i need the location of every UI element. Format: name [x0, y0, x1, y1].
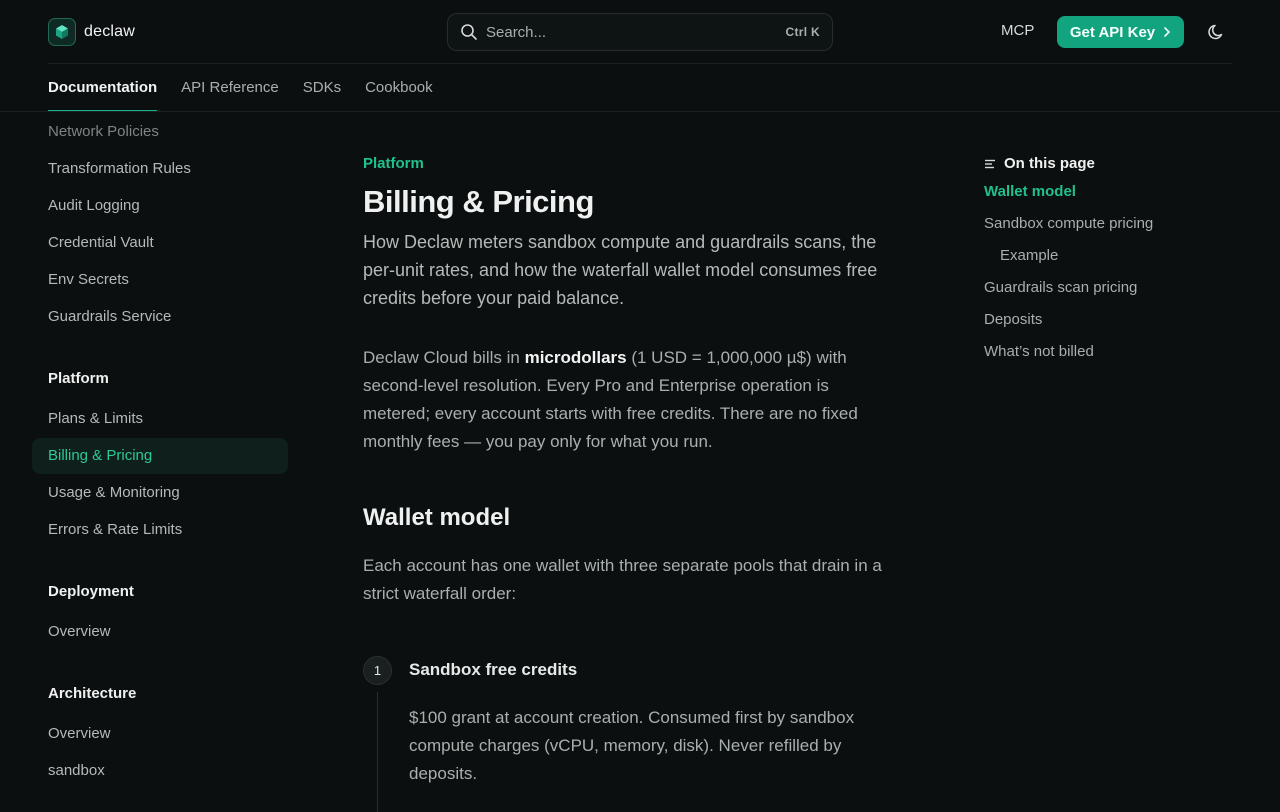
sidebar-item-billing-pricing[interactable]: Billing & Pricing: [48, 447, 152, 464]
sidebar-item-audit-logging[interactable]: Audit Logging: [48, 197, 140, 214]
sidebar-item-network-policies[interactable]: Network Policies: [48, 123, 159, 140]
sidebar-item-env-secrets[interactable]: Env Secrets: [48, 271, 129, 288]
wallet-model-heading: Wallet model: [363, 504, 511, 531]
toc-heading-label: On this page: [1004, 155, 1095, 172]
wallet-paragraph: Each account has one wallet with three s…: [363, 556, 882, 603]
declaw-logo-icon: [48, 18, 76, 46]
search-shortcut: Ctrl K: [785, 25, 820, 39]
top-bar: declaw Search... Ctrl K MCP Get API Key: [0, 0, 1280, 64]
step-connector: [377, 692, 378, 812]
tab-documentation[interactable]: Documentation: [48, 64, 158, 112]
step-body: $100 grant at account creation. Consumed…: [409, 708, 855, 783]
toc-item-deposits[interactable]: Deposits: [984, 311, 1042, 328]
moon-icon[interactable]: [1206, 21, 1228, 43]
sidebar-heading-deployment: Deployment: [48, 583, 134, 600]
sidebar-item-deployment-overview[interactable]: Overview: [48, 623, 111, 640]
intro-bold: microdollars: [524, 348, 627, 367]
sidebar-item-architecture-overview[interactable]: Overview: [48, 725, 111, 742]
search-input[interactable]: Search... Ctrl K: [447, 13, 833, 51]
chevron-right-icon: [1164, 27, 1171, 37]
brand-name: declaw: [84, 23, 136, 40]
sidebar-item-usage-monitoring[interactable]: Usage & Monitoring: [48, 484, 180, 501]
sidebar: Network Policies Transformation Rules Au…: [0, 112, 300, 800]
sidebar-heading-platform: Platform: [48, 370, 109, 387]
sidebar-item-errors-rate-limits[interactable]: Errors & Rate Limits: [48, 521, 182, 538]
search-placeholder: Search...: [486, 23, 547, 41]
get-api-key-label: Get API Key: [1069, 23, 1156, 41]
sidebar-item-credential-vault[interactable]: Credential Vault: [48, 234, 154, 251]
toc-item-guardrails-scan-pricing[interactable]: Guardrails scan pricing: [984, 279, 1137, 296]
tab-api-reference[interactable]: API Reference: [181, 64, 279, 112]
intro-paragraph: Declaw Cloud bills in microdollars (1 US…: [363, 344, 893, 456]
step-title: Sandbox free credits: [409, 660, 578, 679]
get-api-key-button[interactable]: Get API Key: [1057, 16, 1184, 48]
list-icon: [985, 159, 995, 168]
search-icon: [461, 24, 477, 40]
toc-item-example[interactable]: Example: [1000, 247, 1058, 264]
toc-heading: On this page: [984, 155, 1095, 172]
tab-cookbook[interactable]: Cookbook: [365, 64, 433, 112]
intro-prefix: Declaw Cloud bills in: [363, 348, 525, 367]
sidebar-item-guardrails-service[interactable]: Guardrails Service: [48, 308, 171, 325]
logo[interactable]: declaw: [48, 18, 135, 46]
sidebar-item-plans-limits[interactable]: Plans & Limits: [48, 410, 143, 427]
page-lead: How Declaw meters sandbox compute and gu…: [363, 232, 878, 308]
step-number-badge: 1: [363, 656, 392, 685]
doc-tabs: Documentation API Reference SDKs Cookboo…: [48, 64, 433, 112]
section-eyebrow: Platform: [363, 155, 424, 172]
sidebar-item-transformation-rules[interactable]: Transformation Rules: [48, 160, 191, 177]
mcp-link[interactable]: MCP: [1001, 22, 1034, 39]
sidebar-heading-architecture: Architecture: [48, 685, 137, 702]
toc-item-wallet-model[interactable]: Wallet model: [984, 183, 1076, 200]
sidebar-item-sandbox[interactable]: sandbox: [48, 762, 105, 779]
tab-sdks[interactable]: SDKs: [303, 64, 341, 112]
toc-item-sandbox-compute-pricing[interactable]: Sandbox compute pricing: [984, 215, 1153, 232]
page-title: Billing & Pricing: [363, 184, 594, 219]
toc-item-whats-not-billed[interactable]: What’s not billed: [984, 343, 1094, 360]
